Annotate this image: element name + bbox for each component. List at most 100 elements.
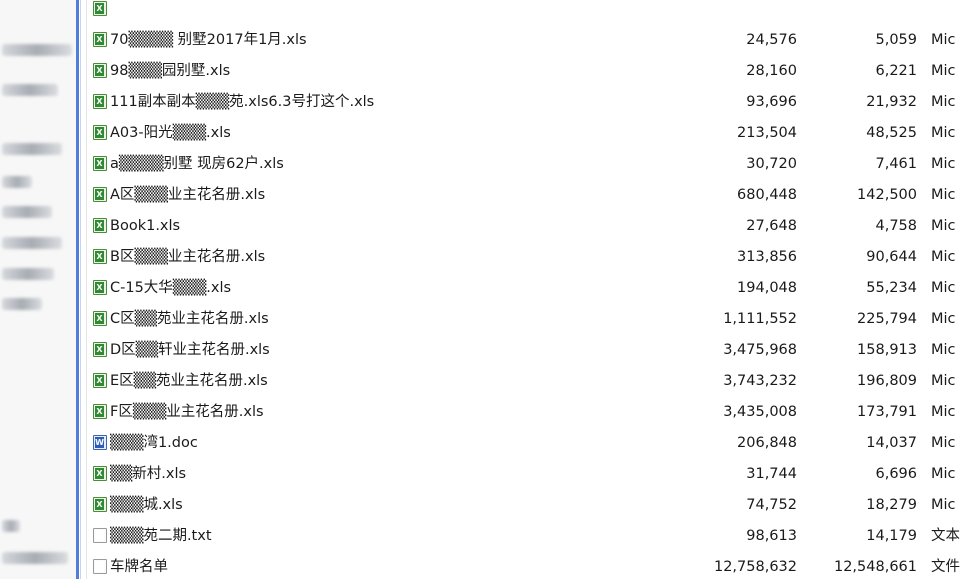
file-size: 12,758,632 [713, 559, 797, 575]
xls-icon: X [93, 125, 107, 140]
packed-size: 196,809 [857, 373, 917, 389]
doc-icon: W [93, 435, 107, 450]
file-row[interactable]: X 98▒▒▒园别墅.xls 28,160 6,221 Mic [87, 56, 963, 87]
packed-size: 5,059 [875, 32, 917, 48]
file-size: 93,696 [746, 94, 797, 110]
file-size: 31,744 [746, 466, 797, 482]
file-name: F区▒▒▒业主花名册.xls [110, 404, 264, 420]
file-row[interactable]: X C区▒▒苑业主花名册.xls 1,111,552 225,794 Mic [87, 304, 963, 335]
file-type: Mic [931, 249, 956, 265]
xls-icon: X [93, 280, 107, 295]
packed-size: 55,234 [866, 280, 917, 296]
xls-icon: X [93, 466, 107, 481]
xls-icon: X [93, 404, 107, 419]
file-type: 文件 [931, 559, 960, 575]
file-name: Book1.xls [110, 218, 181, 234]
file-type: Mic [931, 280, 956, 296]
file-type: Mic [931, 156, 956, 172]
file-list: X X 70▒▒▒▒ 别墅2017年1月.xls 24,576 5,059 Mic X 98▒… [0, 0, 963, 579]
file-name: E区▒▒苑业主花名册.xls [110, 373, 268, 389]
packed-size: 173,791 [857, 404, 917, 420]
file-name: ▒▒▒湾1.doc [110, 435, 198, 451]
xls-icon: X [93, 187, 107, 202]
file-type: Mic [931, 125, 956, 141]
file-type: Mic [931, 32, 956, 48]
xls-icon: X [93, 249, 107, 264]
file-row[interactable]: Xa▒▒▒▒别墅 现房62户.xls 30,720 7,461 Mic [87, 149, 963, 180]
file-size: 680,448 [737, 187, 797, 203]
xls-icon: X [93, 311, 107, 326]
packed-size: 12,548,661 [833, 559, 917, 575]
txt-icon [93, 559, 107, 574]
xls-icon: X [93, 94, 107, 109]
file-row[interactable]: X E区▒▒苑业主花名册.xls 3,743,232 196,809 Mic [87, 366, 963, 397]
file-type: Mic [931, 63, 956, 79]
file-size: 313,856 [737, 249, 797, 265]
file-size: 24,576 [746, 32, 797, 48]
packed-size: 18,279 [866, 497, 917, 513]
packed-size: 6,696 [875, 466, 917, 482]
packed-size: 142,500 [857, 187, 917, 203]
file-size: 3,743,232 [723, 373, 797, 389]
file-name: 70▒▒▒▒ 别墅2017年1月.xls [110, 32, 307, 48]
file-size: 27,648 [746, 218, 797, 234]
file-name: 98▒▒▒园别墅.xls [110, 63, 231, 79]
file-name: a▒▒▒▒别墅 现房62户.xls [110, 156, 284, 172]
file-type: 文本 [931, 528, 960, 544]
packed-size: 7,461 [875, 156, 917, 172]
file-row[interactable]: 车牌名单 12,758,632 12,548,661 文件 [87, 552, 963, 583]
file-name: C区▒▒苑业主花名册.xls [110, 311, 269, 327]
file-type: Mic [931, 497, 956, 513]
file-name: ▒▒▒城.xls [110, 497, 183, 513]
file-size: 98,613 [746, 528, 797, 544]
file-row[interactable]: X D区▒▒轩业主花名册.xls 3,475,968 158,913 Mic [87, 335, 963, 366]
file-size: 194,048 [737, 280, 797, 296]
file-type: Mic [931, 94, 956, 110]
file-row[interactable]: X ▒▒▒城.xls 74,752 18,279 Mic [87, 490, 963, 521]
xls-icon: X [93, 497, 107, 512]
packed-size: 90,644 [866, 249, 917, 265]
file-name: A03-阳光▒▒▒.xls [110, 125, 231, 141]
xls-icon: X [93, 342, 107, 357]
file-name: 车牌名单 [110, 559, 168, 575]
file-row[interactable]: ▒▒▒苑二期.txt 98,613 14,179 文本 [87, 521, 963, 552]
packed-size: 21,932 [866, 94, 917, 110]
file-row[interactable]: X C-15大华▒▒▒.xls 194,048 55,234 Mic [87, 273, 963, 304]
file-row[interactable]: X [87, 0, 963, 25]
file-row[interactable]: X A区▒▒▒业主花名册.xls 680,448 142,500 Mic [87, 180, 963, 211]
packed-size: 48,525 [866, 125, 917, 141]
file-type: Mic [931, 218, 956, 234]
xls-icon: X [93, 373, 107, 388]
file-row[interactable]: X 111副本副本▒▒▒苑.xls6.3号打这个.xls 93,696 21,932 M… [87, 87, 963, 118]
file-row[interactable]: X Book1.xls 27,648 4,758 Mic [87, 211, 963, 242]
txt-icon [93, 528, 107, 543]
file-size: 30,720 [746, 156, 797, 172]
file-row[interactable]: X B区▒▒▒业主花名册.xls 313,856 90,644 Mic [87, 242, 963, 273]
packed-size: 4,758 [875, 218, 917, 234]
xls-icon: X [93, 156, 107, 171]
file-row[interactable]: X 70▒▒▒▒ 别墅2017年1月.xls 24,576 5,059 Mic [87, 25, 963, 56]
file-type: Mic [931, 373, 956, 389]
file-type: Mic [931, 187, 956, 203]
file-type: Mic [931, 435, 956, 451]
file-name: 111副本副本▒▒▒苑.xls6.3号打这个.xls [110, 94, 375, 110]
file-size: 206,848 [737, 435, 797, 451]
packed-size: 158,913 [857, 342, 917, 358]
xls-icon: X [93, 1, 107, 16]
xls-icon: X [93, 32, 107, 47]
file-type: Mic [931, 404, 956, 420]
file-row[interactable]: X ▒▒新村.xls 31,744 6,696 Mic [87, 459, 963, 490]
packed-size: 6,221 [875, 63, 917, 79]
packed-size: 14,179 [866, 528, 917, 544]
file-size: 1,111,552 [723, 311, 797, 327]
file-name: B区▒▒▒业主花名册.xls [110, 249, 266, 265]
file-row[interactable]: X A03-阳光▒▒▒.xls 213,504 48,525 Mic [87, 118, 963, 149]
file-type: Mic [931, 466, 956, 482]
packed-size: 14,037 [866, 435, 917, 451]
file-row[interactable]: X F区▒▒▒业主花名册.xls 3,435,008 173,791 Mic [87, 397, 963, 428]
file-name: D区▒▒轩业主花名册.xls [110, 342, 270, 358]
xls-icon: X [93, 63, 107, 78]
file-size: 74,752 [746, 497, 797, 513]
packed-size: 225,794 [857, 311, 917, 327]
file-row[interactable]: W ▒▒▒湾1.doc 206,848 14,037 Mic [87, 428, 963, 459]
